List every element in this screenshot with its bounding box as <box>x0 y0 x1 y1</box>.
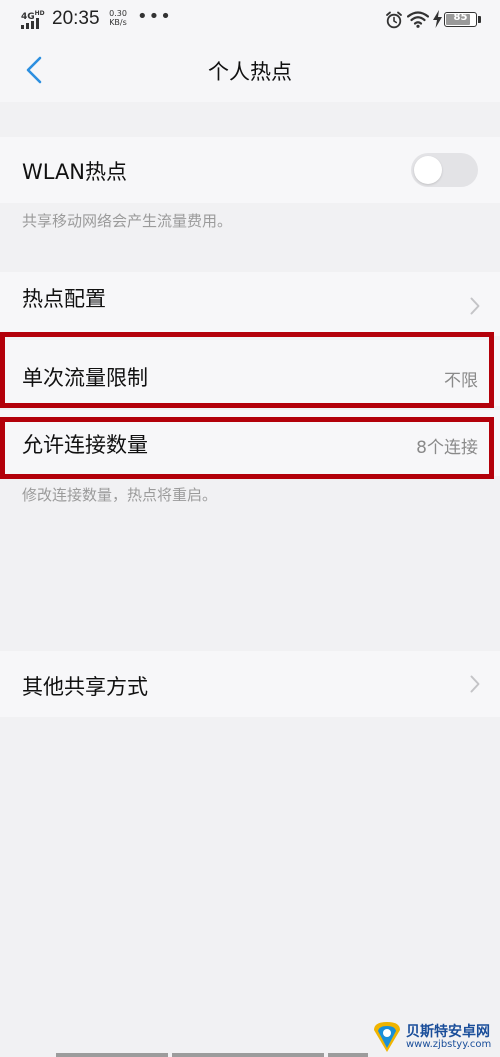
watermark-name: 贝斯特安卓网 <box>406 1024 490 1040</box>
wlan-hotspot-toggle[interactable] <box>411 153 478 187</box>
connections-row[interactable]: 允许连接数量 8个连接 <box>0 410 500 476</box>
wlan-hotspot-note: 共享移动网络会产生流量费用。 <box>22 212 233 230</box>
nav-indicator <box>56 1053 168 1057</box>
hotspot-config-row[interactable]: 热点配置 <box>0 272 500 336</box>
clock: 20:35 <box>52 8 100 29</box>
alarm-icon <box>386 11 402 29</box>
chevron-right-icon <box>470 297 480 315</box>
network-speed: 0.30 KB/s <box>109 9 127 27</box>
data-limit-row[interactable]: 单次流量限制 不限 <box>0 340 500 406</box>
battery-icon: 85 <box>444 12 477 27</box>
other-sharing-row[interactable]: 其他共享方式 <box>0 651 500 717</box>
wifi-icon <box>407 11 429 28</box>
data-limit-value: 不限 <box>444 371 478 391</box>
watermark-logo-icon <box>374 1022 400 1052</box>
watermark-url: www.zjbstyy.com <box>406 1039 492 1050</box>
toggle-knob <box>414 156 442 184</box>
wlan-hotspot-label: WLAN热点 <box>22 160 128 184</box>
more-notifications-icon: ••• <box>137 6 172 27</box>
nav-indicator <box>172 1053 324 1057</box>
nav-indicator <box>328 1053 368 1057</box>
battery-level: 85 <box>453 12 468 23</box>
connections-value: 8个连接 <box>416 438 478 458</box>
watermark: 贝斯特安卓网 www.zjbstyy.com <box>370 1020 498 1054</box>
hotspot-config-label: 热点配置 <box>22 287 106 311</box>
page-title: 个人热点 <box>208 60 292 84</box>
signal-icon <box>21 18 43 29</box>
status-bar: 4GHD 20:35 0.30 KB/s ••• 85 <box>0 0 500 38</box>
chevron-right-icon <box>470 675 480 693</box>
data-limit-label: 单次流量限制 <box>22 366 148 390</box>
other-sharing-label: 其他共享方式 <box>22 675 148 699</box>
wlan-hotspot-row[interactable]: WLAN热点 <box>0 137 500 203</box>
battery-tip <box>478 16 481 23</box>
connections-note: 修改连接数量，热点将重启。 <box>22 486 218 504</box>
connections-label: 允许连接数量 <box>22 433 148 457</box>
title-bar: 个人热点 <box>0 38 500 102</box>
charging-icon <box>433 10 442 28</box>
